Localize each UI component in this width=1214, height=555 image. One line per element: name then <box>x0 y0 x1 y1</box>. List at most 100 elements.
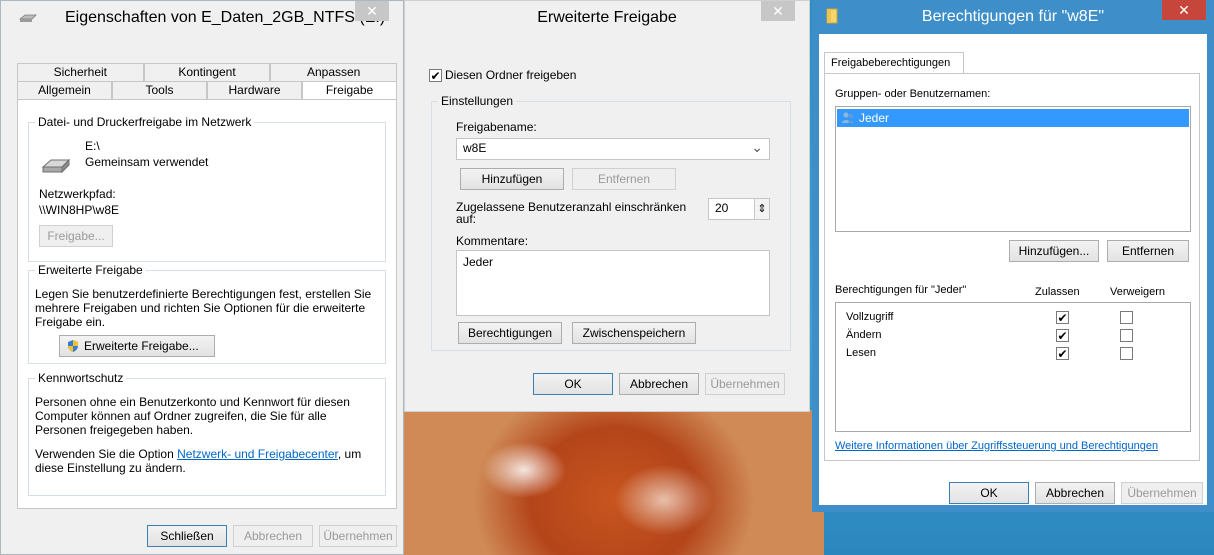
password-desc-line1: Personen ohne ein Benutzerkonto und Kenn… <box>35 395 350 409</box>
add-user-button[interactable]: Hinzufügen... <box>1009 240 1099 262</box>
remove-user-button[interactable]: Entfernen <box>1107 240 1189 262</box>
advanced-sharing-window: Erweiterte Freigabe ✕ ✔ Diesen Ordner fr… <box>404 0 810 412</box>
advanced-sharing-title: Erweiterte Freigabe <box>537 9 677 26</box>
network-sharing-group: Datei- und Druckerfreigabe im Netzwerk E… <box>28 115 386 262</box>
users-icon <box>842 112 854 123</box>
remove-button[interactable]: Entfernen <box>572 168 676 190</box>
user-limit-value: 20 <box>715 201 729 215</box>
allow-fullaccess-checkbox[interactable]: ✔ <box>1056 311 1069 324</box>
properties-titlebar[interactable]: Eigenschaften von E_Daten_2GB_NTFS (E:) … <box>1 1 403 35</box>
allow-header: Zulassen <box>1035 286 1080 298</box>
password-protection-group: Kennwortschutz Personen ohne ein Benutze… <box>28 371 386 496</box>
freigabe-button[interactable]: Freigabe... <box>39 225 113 247</box>
advanced-desc-line3: Freigabe ein. <box>35 315 106 329</box>
limit-label-line1: Zugelassene Benutzeranzahl einschränken <box>456 200 687 214</box>
advanced-desc-line1: Legen Sie benutzerdefinierte Berechtigun… <box>35 287 372 301</box>
tab-kontingent[interactable]: Kontingent <box>143 63 271 81</box>
password-hint-prefix: Verwenden Sie die Option <box>35 447 178 461</box>
permissions-panel: Gruppen- oder Benutzernamen: Jeder Hinzu… <box>824 73 1200 461</box>
settings-label: Einstellungen <box>438 94 517 108</box>
tabs-row-top: Sicherheit Kontingent Anpassen <box>17 63 398 81</box>
cancel-button[interactable]: Abbrechen <box>1035 482 1115 504</box>
perm-for-label: Berechtigungen für "Jeder" <box>835 284 967 296</box>
desktop-background-photo <box>404 410 824 555</box>
password-desc-line2: Computer können auf Ordner zugreifen, di… <box>35 409 327 423</box>
deny-fullaccess-checkbox[interactable] <box>1120 311 1133 324</box>
tab-anpassen[interactable]: Anpassen <box>270 63 398 81</box>
settings-group: Einstellungen Freigabename: w8E ⌄ Hinzuf… <box>431 94 791 351</box>
netpath-label: Netzwerkpfad: <box>39 187 116 201</box>
perm-name-change: Ändern <box>846 329 882 341</box>
permissions-titlebar[interactable]: Berechtigungen für "w8E" ✕ <box>812 0 1214 34</box>
close-icon[interactable]: ✕ <box>761 1 795 21</box>
tab-tools[interactable]: Tools <box>112 81 207 99</box>
drive-status: Gemeinsam verwendet <box>85 155 209 169</box>
cancel-button[interactable]: Abbrechen <box>619 373 699 395</box>
groups-listbox[interactable]: Jeder <box>835 106 1191 232</box>
comments-label: Kommentare: <box>456 234 529 248</box>
advanced-sharing-titlebar[interactable]: Erweiterte Freigabe ✕ <box>405 1 809 35</box>
network-center-link[interactable]: Netzwerk- und Freigabecenter <box>177 447 338 461</box>
info-link[interactable]: Weitere Informationen über Zugriffssteue… <box>835 440 1158 452</box>
chevron-down-icon: ⌄ <box>751 139 763 155</box>
user-limit-input[interactable]: 20 <box>708 198 756 220</box>
tab-sicherheit[interactable]: Sicherheit <box>17 63 144 81</box>
netpath-value: \\WIN8HP\w8E <box>39 203 120 217</box>
apply-button[interactable]: Übernehmen <box>319 525 397 547</box>
close-icon[interactable]: ✕ <box>1162 0 1206 20</box>
close-button[interactable]: Schließen <box>147 525 227 547</box>
share-folder-checkbox[interactable]: ✔ <box>429 69 442 82</box>
advanced-sharing-label: Erweiterte Freigabe <box>35 263 146 277</box>
advanced-sharing-button[interactable]: Erweiterte Freigabe... <box>59 335 215 357</box>
cancel-button[interactable]: Abbrechen <box>233 525 313 547</box>
user-limit-spinner[interactable]: ⇕ <box>754 198 770 220</box>
close-icon[interactable]: ✕ <box>355 1 389 21</box>
uac-shield-icon <box>68 340 78 352</box>
allow-read-checkbox[interactable]: ✔ <box>1056 347 1069 360</box>
tab-freigabe[interactable]: Freigabe <box>302 81 397 99</box>
allow-change-checkbox[interactable]: ✔ <box>1056 329 1069 342</box>
tab-hardware[interactable]: Hardware <box>207 81 302 99</box>
drive-path: E:\ <box>85 139 100 153</box>
properties-title: Eigenschaften von E_Daten_2GB_NTFS (E:) <box>65 9 386 26</box>
tab-allgemein[interactable]: Allgemein <box>17 81 112 99</box>
cache-button[interactable]: Zwischenspeichern <box>572 322 696 344</box>
apply-button[interactable]: Übernehmen <box>705 373 785 395</box>
tab-share-permissions[interactable]: Freigabeberechtigungen <box>824 52 964 74</box>
network-sharing-label: Datei- und Druckerfreigabe im Netzwerk <box>35 115 255 129</box>
perm-name-fullaccess: Vollzugriff <box>846 311 894 323</box>
share-folder-label: Diesen Ordner freigeben <box>445 68 577 82</box>
password-desc-line3: Personen freigegeben haben. <box>35 423 194 437</box>
ok-button[interactable]: OK <box>949 482 1029 504</box>
deny-change-checkbox[interactable] <box>1120 329 1133 342</box>
sharename-value: w8E <box>463 141 487 155</box>
permissions-list: Vollzugriff Ändern Lesen ✔ ✔ ✔ <box>835 302 1191 432</box>
shared-drive-icon <box>41 158 71 174</box>
permissions-window: Berechtigungen für "w8E" ✕ Freigabeberec… <box>812 0 1214 512</box>
limit-label-line2: auf: <box>456 212 477 226</box>
comments-value: Jeder <box>463 255 494 269</box>
freigabe-panel: Datei- und Druckerfreigabe im Netzwerk E… <box>17 99 397 509</box>
sharename-label: Freigabename: <box>456 120 537 134</box>
folder-icon <box>826 8 838 24</box>
password-protection-label: Kennwortschutz <box>35 371 127 385</box>
advanced-sharing-button-label: Erweiterte Freigabe... <box>84 339 199 353</box>
password-hint-line2: diese Einstellung zu ändern. <box>35 461 186 475</box>
sharename-dropdown[interactable]: w8E ⌄ <box>456 138 770 160</box>
perm-name-read: Lesen <box>846 347 876 359</box>
deny-header: Verweigern <box>1110 286 1166 298</box>
deny-read-checkbox[interactable] <box>1120 347 1133 360</box>
advanced-sharing-group: Erweiterte Freigabe Legen Sie benutzerde… <box>28 263 386 364</box>
password-hint-line1: Verwenden Sie die Option Netzwerk- und F… <box>35 447 361 461</box>
comments-textarea[interactable]: Jeder <box>456 250 770 316</box>
drive-icon <box>19 14 37 22</box>
groups-label: Gruppen- oder Benutzernamen: <box>835 88 991 100</box>
ok-button[interactable]: OK <box>533 373 613 395</box>
tabs-row-bottom: Allgemein Tools Hardware Freigabe <box>17 81 397 99</box>
advanced-desc-line2: mehrere Freigaben und richten Sie Option… <box>35 301 366 315</box>
apply-button[interactable]: Übernehmen <box>1121 482 1203 504</box>
properties-window: Eigenschaften von E_Daten_2GB_NTFS (E:) … <box>0 0 404 555</box>
add-button[interactable]: Hinzufügen <box>460 168 564 190</box>
permissions-button[interactable]: Berechtigungen <box>458 322 562 344</box>
list-item-jeder[interactable]: Jeder <box>837 109 1189 127</box>
